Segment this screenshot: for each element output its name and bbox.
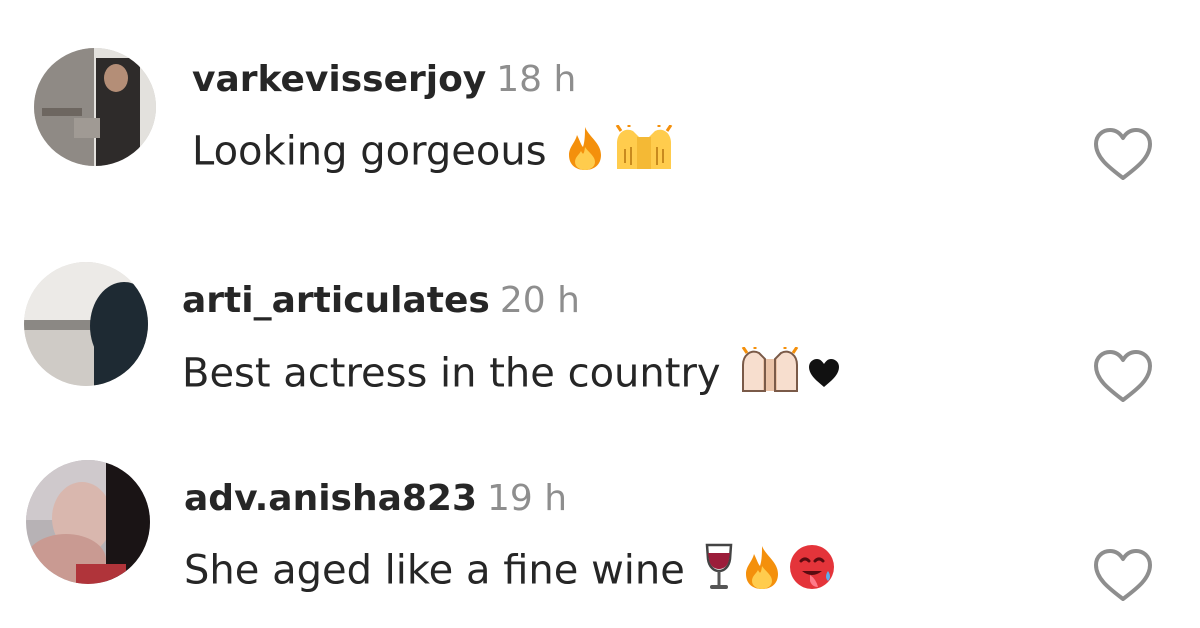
avatar[interactable] [26,460,150,584]
hot-face-emoji [788,543,836,602]
like-button[interactable] [1090,346,1156,406]
comment-text: She aged like a fine wine [184,543,836,602]
comment-timestamp[interactable]: 20 h [500,280,580,321]
like-button[interactable] [1090,545,1156,605]
fire-emoji [740,544,784,601]
wine-glass-emoji [702,543,736,602]
heart-outline-icon [1094,549,1152,601]
comment-timestamp[interactable]: 19 h [487,478,567,519]
black-heart-emoji [807,352,841,400]
comment-text: Best actress in the country [182,345,841,404]
raising-hands-light-emoji [737,345,803,404]
heart-outline-icon [1094,350,1152,402]
comment-body: Best actress in the country [182,350,721,397]
comment-item: adv.anisha823 19 h She aged like a fine w… [0,0,1200,601]
comment-username[interactable]: arti_articulates [182,280,490,321]
comment-username[interactable]: adv.anisha823 [184,478,477,519]
comment-header: adv.anisha823 19 h [184,477,567,521]
comment-body: She aged like a fine wine [184,547,685,594]
comment-header: arti_articulates 20 h [182,279,580,323]
avatar[interactable] [24,262,148,386]
